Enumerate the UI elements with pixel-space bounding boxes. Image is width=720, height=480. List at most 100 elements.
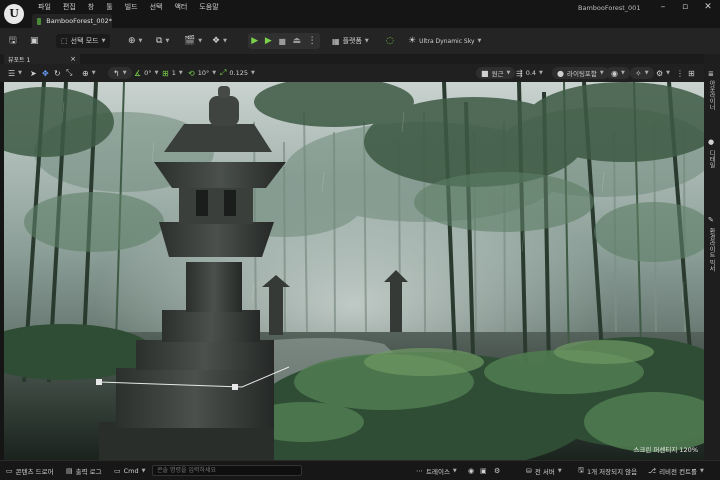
- show-flags-button[interactable]: ◉ ▼: [606, 67, 630, 79]
- cinematics-button[interactable]: 🎬 ▼: [184, 34, 202, 48]
- save-icon: 🖫: [9, 35, 17, 46]
- mode-label: 선택 모드: [70, 37, 99, 45]
- lit-label: 라이팅포함: [566, 70, 597, 78]
- scale-snap-button[interactable]: ⤢ 0.125 ▼: [220, 67, 255, 79]
- content-drawer-button[interactable]: ▭ 콘텐츠 드로어: [6, 466, 54, 476]
- globe-icon: ⊕: [82, 68, 89, 78]
- menu-help[interactable]: 도움말: [193, 3, 224, 12]
- cmd-selector[interactable]: ▭ Cmd ▼: [114, 466, 145, 476]
- browse-button[interactable]: ▣: [30, 34, 39, 48]
- world-local-button[interactable]: ⊕ ▼: [82, 67, 96, 79]
- record-button[interactable]: ◉: [468, 466, 477, 476]
- chevron-down-icon: ▼: [620, 70, 625, 76]
- chevron-down-icon: ▼: [539, 70, 543, 76]
- angle-icon: ∡: [134, 68, 142, 78]
- gizmo-handle[interactable]: [96, 379, 102, 385]
- drawer-icon: ▭: [6, 467, 13, 475]
- light-mixer-icon: ✎: [708, 216, 714, 224]
- unsaved-label: 1개 저장되지 않음: [586, 468, 638, 476]
- menu-tools[interactable]: 툴: [100, 3, 118, 12]
- trace-label: 트레이스: [426, 468, 450, 476]
- translate-tool-button[interactable]: ✥: [42, 67, 49, 79]
- close-window-button[interactable]: ✕: [700, 2, 716, 12]
- snap-angle-value: 0°: [144, 69, 152, 77]
- more-options-icon[interactable]: ⋮: [308, 36, 317, 46]
- trace-icon: ⋯: [416, 467, 423, 475]
- save-button[interactable]: 🖫: [9, 34, 17, 48]
- rotation-snap-icon: ⟲: [188, 68, 195, 78]
- output-log-label: 출력 로그: [75, 468, 102, 476]
- play-controls: ▶ ▶︎ ■ ⏏ ⋮: [248, 33, 320, 49]
- maximize-button[interactable]: ▫: [677, 2, 693, 12]
- chevron-down-icon: ▼: [91, 70, 96, 76]
- level-viewport[interactable]: 스크린 퍼센티지 120%: [4, 82, 704, 460]
- rotate-tool-button[interactable]: ↻: [54, 67, 61, 79]
- log-icon: ▤: [66, 467, 73, 475]
- play-icon[interactable]: ▶: [251, 36, 258, 46]
- expand-icon: ⋮: [676, 68, 684, 78]
- status-bar: ▭콘텐츠 드로어 ▤출력 로그 ▭Cmd▼ ⋯트레이스▼ ◉ ▣ ⚙ ⛁전 서버…: [0, 460, 720, 480]
- add-actor-button[interactable]: ⊕ ▼: [128, 34, 142, 48]
- chevron-down-icon: ▼: [452, 468, 457, 474]
- refresh-icon: ◌: [386, 35, 394, 46]
- close-icon[interactable]: ×: [70, 54, 76, 64]
- menu-window[interactable]: 창: [82, 3, 100, 12]
- screenshot-button[interactable]: ▣: [480, 466, 490, 476]
- minimize-button[interactable]: –: [655, 2, 671, 12]
- maximize-viewport-button[interactable]: ⋮: [676, 67, 684, 79]
- layout-button[interactable]: ⊞: [688, 67, 695, 79]
- modes-button[interactable]: ❖ ▼: [212, 34, 227, 48]
- add-actor-icon: ⊕: [128, 35, 136, 46]
- menu-actor[interactable]: 액터: [168, 3, 193, 12]
- chevron-down-icon: ▼: [599, 70, 604, 76]
- play-step-icon[interactable]: ▶︎: [265, 36, 272, 46]
- chevron-down-icon: ▼: [165, 38, 170, 44]
- outliner-icon: ≣: [708, 70, 714, 78]
- tab-details[interactable]: 디테일: [707, 150, 716, 168]
- settings-status-button[interactable]: ⚙: [494, 466, 503, 476]
- view-mode-button[interactable]: ● 라이팅포함 ▼: [552, 67, 609, 79]
- viewport-tab[interactable]: 뷰포트 1 ×: [4, 54, 80, 64]
- unsaved-button[interactable]: 🖫 1개 저장되지 않음: [578, 465, 638, 477]
- blueprint-button[interactable]: ⧉ ▼: [156, 34, 169, 48]
- blueprint-icon: ⧉: [156, 35, 163, 46]
- perspective-label: 원근: [491, 70, 504, 78]
- realtime-button[interactable]: ✧ ▼: [630, 67, 654, 79]
- refresh-button[interactable]: ◌: [386, 34, 394, 48]
- menu-edit[interactable]: 편집: [57, 3, 82, 12]
- grid-snap-button[interactable]: ⊞ 1 ▼: [162, 67, 183, 79]
- rotation-snap-button[interactable]: ⟲ 10° ▼: [188, 67, 216, 79]
- tab-env-light-mixer[interactable]: 환경라이트 믹서: [707, 228, 716, 272]
- mode-select-button[interactable]: ⬚ 선택 모드 ▼: [56, 34, 111, 48]
- revision-control-button[interactable]: ⎇ 리비전 컨트롤 ▼: [648, 466, 704, 476]
- perspective-button[interactable]: ■ 원근 ▼: [476, 67, 516, 79]
- menu-build[interactable]: 빌드: [119, 3, 144, 12]
- chevron-down-icon: ▼: [700, 468, 704, 474]
- derived-data-button[interactable]: ⛁ 전 서버 ▼: [526, 466, 562, 476]
- folder-icon: ▣: [30, 35, 39, 46]
- output-log-button[interactable]: ▤ 출력 로그: [66, 466, 102, 476]
- chevron-down-icon: ▼: [122, 70, 127, 76]
- angle-snap-button[interactable]: ∡ 0° ▼: [134, 67, 158, 79]
- menu-file[interactable]: 파일: [32, 3, 57, 12]
- camera-speed-button[interactable]: ⇶ 0.4 ▼: [516, 67, 543, 79]
- stop-icon[interactable]: ■: [278, 37, 286, 46]
- viewport-options-button[interactable]: ☰ ▼: [8, 67, 22, 79]
- menu-select[interactable]: 선택: [144, 3, 169, 12]
- viewport-settings-button[interactable]: ⚙ ▼: [656, 67, 670, 79]
- save-icon: 🖫: [578, 465, 584, 474]
- unreal-logo-icon[interactable]: U: [4, 4, 24, 24]
- scale-snap-icon: ⤢: [220, 68, 227, 77]
- trace-button[interactable]: ⋯ 트레이스 ▼: [416, 466, 457, 476]
- gizmo-handle[interactable]: [232, 384, 238, 390]
- eject-icon[interactable]: ⏏: [293, 36, 302, 46]
- lit-sphere-icon: ●: [557, 68, 564, 78]
- document-tab[interactable]: BambooForest_002*: [32, 14, 112, 28]
- tab-outliner[interactable]: 아웃라이너: [707, 80, 716, 110]
- snap-surface-button[interactable]: ↰ ▼: [108, 67, 132, 79]
- console-command-input[interactable]: [152, 465, 302, 476]
- sky-button[interactable]: ☀ Ultra Dynamic Sky ▼: [408, 34, 481, 48]
- scale-tool-button[interactable]: ⤡: [66, 67, 72, 79]
- select-tool-button[interactable]: ➤: [30, 67, 37, 79]
- platform-button[interactable]: ▦ 플랫폼 ▼: [332, 34, 369, 48]
